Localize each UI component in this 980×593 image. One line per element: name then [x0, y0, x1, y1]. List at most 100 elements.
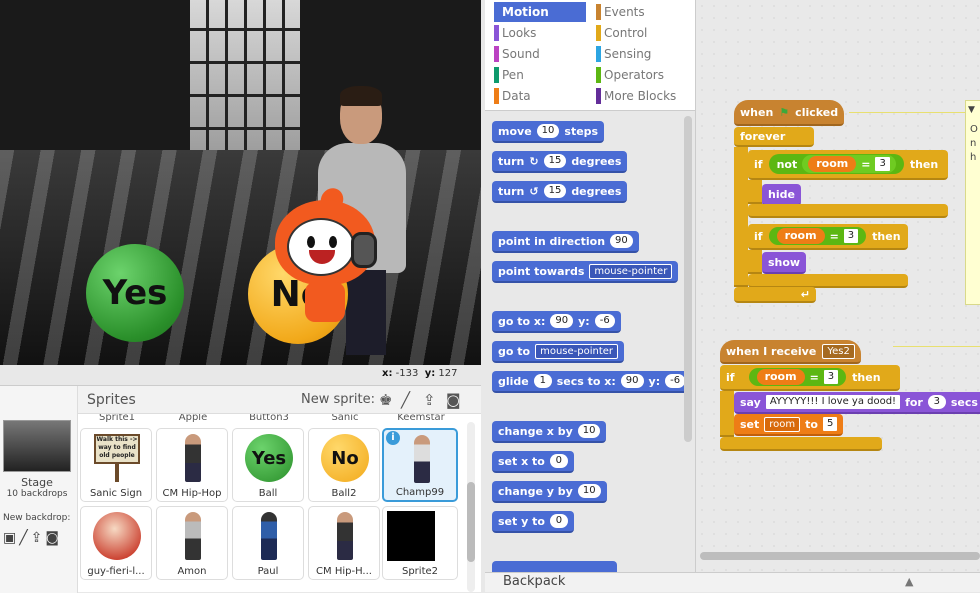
script-area[interactable]: when ⚑ clicked forever if not room = 3 then h…: [695, 0, 980, 572]
block-equals[interactable]: room = 3: [768, 227, 867, 245]
block-glide[interactable]: glide 1 secs to x: 90 y: -6: [492, 371, 692, 393]
sprite-label-cut: Apple: [178, 414, 208, 423]
block-set-x[interactable]: set x to 0: [492, 451, 574, 473]
block-partial[interactable]: [492, 561, 617, 572]
script-area-scrollbar[interactable]: [700, 552, 980, 560]
sprite-pico[interactable]: [275, 184, 380, 330]
camera-icon[interactable]: ◙: [45, 530, 62, 546]
block-say-for-secs[interactable]: say AYYYYY!!! I love ya dood! for 3 secs: [734, 392, 980, 414]
sprite-label-cut: Button3: [249, 414, 289, 423]
if-arm: [720, 391, 734, 437]
sprite-ball-yes[interactable]: Yes: [86, 244, 184, 342]
rotate-left-icon: ↺: [529, 184, 539, 198]
backpack-bar[interactable]: Backpack ▲: [485, 572, 980, 592]
sprite-card-amon[interactable]: Amon: [156, 506, 228, 580]
stage-label: Stage: [21, 476, 53, 489]
sprites-header: Sprites New sprite: ♚ ╱ ⇪ ◙: [78, 386, 481, 414]
palette-scrollbar[interactable]: [684, 116, 692, 442]
upload-icon[interactable]: ⇪: [31, 530, 46, 546]
block-set-y[interactable]: set y to 0: [492, 511, 574, 533]
image-icon[interactable]: ▣: [3, 530, 19, 546]
category-motion[interactable]: Motion: [494, 2, 586, 22]
mouse-y: 127: [438, 368, 458, 379]
stage-backdrop-floor: [0, 150, 481, 365]
sprite-label-cut: Sprite1: [98, 414, 136, 423]
upload-icon[interactable]: ⇪: [423, 391, 436, 409]
block-point-towards[interactable]: point towards mouse-pointer: [492, 261, 679, 283]
block-not[interactable]: not room = 3: [768, 154, 904, 174]
sprites-title: Sprites: [87, 392, 136, 408]
block-set-variable[interactable]: set room to 5: [734, 414, 844, 436]
paint-brush-icon[interactable]: ╱: [401, 391, 410, 409]
headphone-icon: [351, 232, 377, 268]
category-pen[interactable]: Pen: [494, 65, 524, 85]
block-go-to[interactable]: go to mouse-pointer: [492, 341, 625, 363]
block-when-i-receive[interactable]: when I receive Yes2: [720, 340, 861, 364]
sprite-card-sprite2[interactable]: Sprite2: [382, 506, 458, 580]
category-looks[interactable]: Looks: [494, 23, 536, 43]
if-arm: [748, 250, 762, 274]
category-events[interactable]: Events: [596, 2, 645, 22]
sprite-label-cut: Sanic: [331, 414, 359, 423]
block-if-equals[interactable]: if room = 3 then: [748, 224, 908, 250]
sprite-card-cm-hip-hop[interactable]: CM Hip-Hop: [156, 428, 228, 502]
new-backdrop-label: New backdrop:: [3, 513, 71, 523]
block-forever[interactable]: forever: [734, 127, 814, 147]
sprite-library-icon[interactable]: ♚: [379, 391, 392, 409]
sprite-list: Sprite1 Apple Button3 Sanic Keemstar Wal…: [80, 414, 465, 593]
sprite-card-cm-hip-hop-2[interactable]: CM Hip-H...: [308, 506, 380, 580]
category-operators[interactable]: Operators: [596, 65, 664, 85]
mouse-x: -133: [395, 368, 419, 379]
category-more-blocks[interactable]: More Blocks: [596, 86, 676, 106]
sprite-label-cut: Keemstar: [397, 414, 445, 423]
if-arm: [748, 180, 762, 204]
stage-backdrop-window: [190, 0, 300, 160]
category-sound[interactable]: Sound: [494, 44, 540, 64]
backpack-label: Backpack: [503, 574, 566, 589]
sprite-card-sanic-sign[interactable]: Walk this -> way to find old people Sani…: [80, 428, 152, 502]
block-move[interactable]: move 10 steps: [492, 121, 605, 143]
backdrop-count: 10 backdrops: [6, 489, 68, 499]
stage-thumbnail[interactable]: [3, 420, 71, 472]
category-data[interactable]: Data: [494, 86, 531, 106]
block-turn-right[interactable]: turn ↻ 15 degrees: [492, 151, 628, 173]
block-if-not[interactable]: if not room = 3 then: [748, 150, 948, 180]
forever-end: ↵: [734, 287, 816, 303]
block-equals[interactable]: room = 3: [802, 155, 896, 173]
block-change-x[interactable]: change x by 10: [492, 421, 607, 443]
stage-selector[interactable]: Stage 10 backdrops New backdrop: ▣╱⇪◙: [0, 386, 78, 593]
block-if-equals-2[interactable]: if room = 3 then: [720, 365, 900, 391]
collapse-arrow-icon[interactable]: ▼: [968, 103, 975, 117]
block-show[interactable]: show: [762, 252, 807, 274]
camera-icon[interactable]: ◙: [446, 391, 461, 409]
block-equals[interactable]: room = 3: [748, 368, 847, 386]
block-categories: Motion Looks Sound Pen Data Events Contr…: [485, 0, 695, 110]
forever-arm: [734, 147, 748, 287]
block-turn-left[interactable]: turn ↺ 15 degrees: [492, 181, 628, 203]
stage-canvas[interactable]: Yes No: [0, 0, 481, 365]
expand-arrow-icon[interactable]: ▲: [905, 575, 913, 588]
comment-note[interactable]: ▼ O n h: [965, 100, 980, 305]
block-go-to-xy[interactable]: go to x: 90 y: -6: [492, 311, 621, 333]
sprite-list-scrollbar[interactable]: [467, 422, 475, 592]
ball-yes-label: Yes: [102, 273, 168, 313]
block-hide[interactable]: hide: [762, 184, 801, 206]
mouse-coordinates: x: -133 y: 127: [382, 368, 458, 379]
sprite-card-ball2[interactable]: No Ball2: [308, 428, 380, 502]
paint-brush-icon[interactable]: ╱: [19, 530, 30, 546]
sprite-card-guy-fieri[interactable]: guy-fieri-l...: [80, 506, 152, 580]
category-control[interactable]: Control: [596, 23, 647, 43]
green-flag-icon: ⚑: [779, 105, 790, 119]
new-sprite-label: New sprite:: [301, 392, 375, 407]
sprite-card-ball[interactable]: Yes Ball: [232, 428, 304, 502]
block-point-in-direction[interactable]: point in direction 90: [492, 231, 639, 253]
rotate-right-icon: ↻: [529, 154, 539, 168]
if-end: [748, 204, 948, 218]
if-end: [748, 274, 908, 288]
sprites-pane: Stage 10 backdrops New backdrop: ▣╱⇪◙ Sp…: [0, 385, 481, 593]
sprite-card-champ99[interactable]: i Champ99: [382, 428, 458, 502]
block-change-y[interactable]: change y by 10: [492, 481, 607, 503]
block-when-flag-clicked[interactable]: when ⚑ clicked: [734, 100, 845, 126]
category-sensing[interactable]: Sensing: [596, 44, 651, 64]
sprite-card-paul[interactable]: Paul: [232, 506, 304, 580]
